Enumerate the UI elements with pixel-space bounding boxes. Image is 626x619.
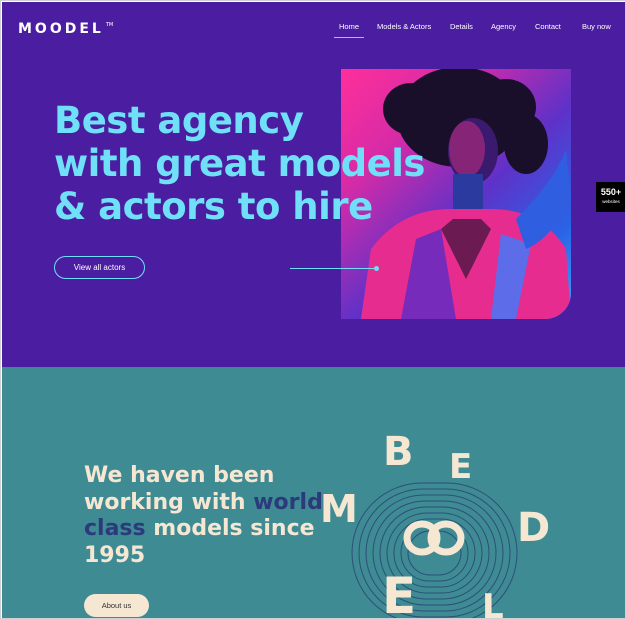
- about-text-segment: models since: [145, 516, 315, 541]
- about-section: We haven been working with world class m…: [2, 367, 625, 619]
- letter-e: E: [449, 447, 473, 487]
- about-line-1: We haven been: [84, 463, 275, 488]
- badge-label: websites: [602, 199, 620, 204]
- about-us-button[interactable]: About us: [84, 594, 149, 617]
- decorative-dot: [374, 266, 379, 271]
- hero-headline: Best agency with great models & actors t…: [54, 99, 425, 228]
- letter-b: B: [383, 429, 414, 475]
- about-highlight-world: world: [253, 489, 323, 515]
- about-heading: We haven been working with world class m…: [84, 463, 324, 569]
- oo-logo-mark: [403, 520, 465, 556]
- nav-item-contact[interactable]: Contact: [535, 22, 561, 31]
- about-line-4: 1995: [84, 542, 146, 568]
- page-frame: MOODEL TM Home Models & Actors Details A…: [0, 0, 626, 619]
- headline-line-3: & actors to hire: [54, 185, 373, 228]
- nav-item-buy-now[interactable]: Buy now: [582, 22, 611, 31]
- trademark-mark: TM: [105, 22, 114, 28]
- badge-count: 550+: [600, 187, 622, 197]
- nav-item-agency[interactable]: Agency: [491, 22, 516, 31]
- nav-item-models-actors[interactable]: Models & Actors: [377, 22, 431, 31]
- about-highlight-class: class: [84, 516, 146, 541]
- logo-text: MOODEL: [18, 21, 104, 37]
- headline-line-1: Best agency: [54, 99, 304, 142]
- hero-section: MOODEL TM Home Models & Actors Details A…: [2, 2, 625, 367]
- about-line-3: class models since: [84, 516, 324, 543]
- nav-item-home[interactable]: Home: [339, 22, 359, 31]
- decorative-line: [290, 268, 376, 269]
- letter-l: L: [482, 587, 504, 619]
- about-line-2: working with world: [84, 490, 324, 517]
- websites-count-badge[interactable]: 550+ websites: [596, 182, 625, 212]
- about-text-segment: working with: [84, 489, 254, 515]
- letter-d: D: [517, 505, 551, 551]
- headline-line-2: with great models: [54, 142, 425, 185]
- letter-m: M: [320, 487, 358, 531]
- letter-e-bottom: E: [382, 567, 417, 619]
- active-nav-indicator: [334, 37, 364, 38]
- nav-item-details[interactable]: Details: [450, 22, 473, 31]
- brand-logo[interactable]: MOODEL TM: [18, 21, 113, 37]
- view-all-actors-button[interactable]: View all actors: [54, 256, 145, 279]
